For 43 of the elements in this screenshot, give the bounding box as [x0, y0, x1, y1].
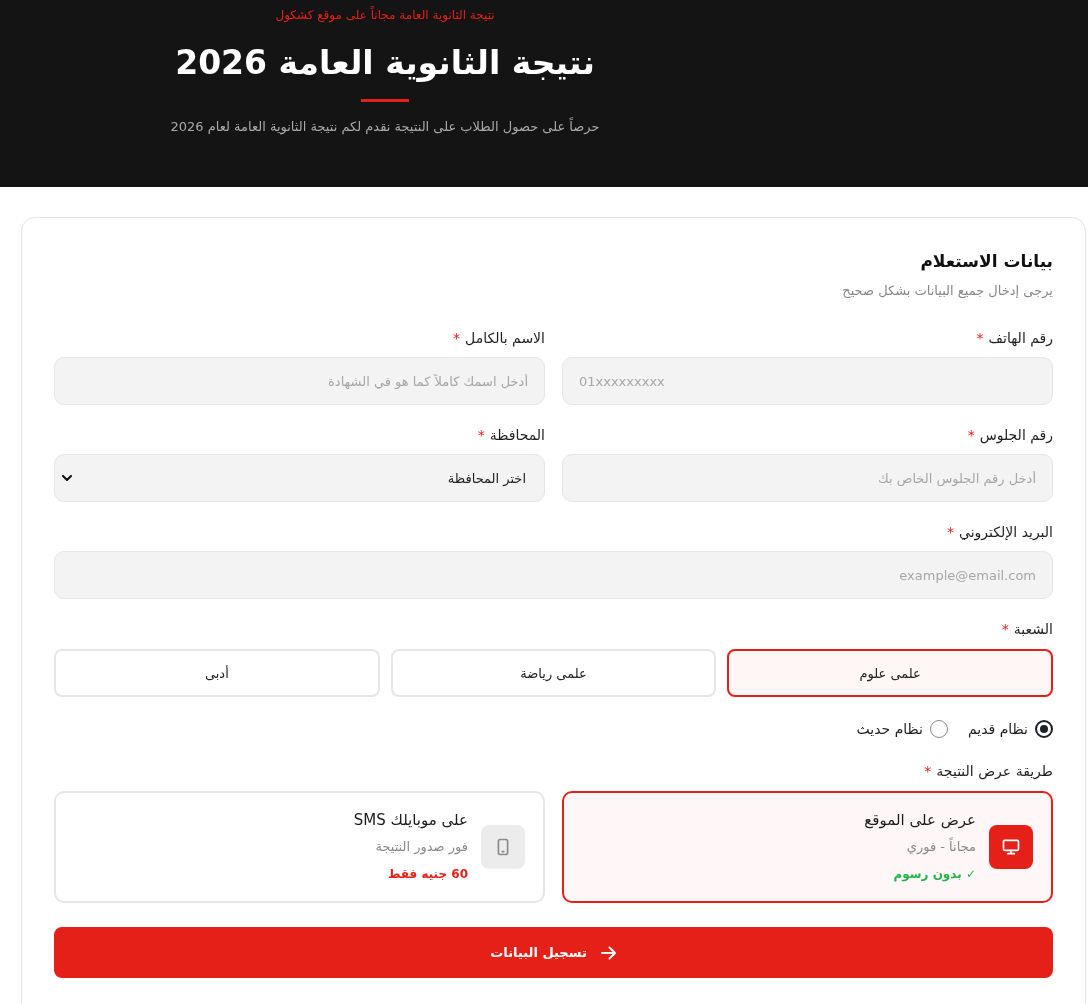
- option-title: عرض على الموقع: [864, 810, 976, 830]
- price-note: ✓ بدون رسوم: [893, 866, 976, 884]
- monitor-icon: [989, 825, 1033, 869]
- field-label: الشعبة: [1013, 620, 1053, 639]
- required-asterisk: *: [976, 329, 984, 348]
- form-title: بيانات الاستعلام: [919, 250, 1053, 273]
- branch-option[interactable]: علمى علوم: [727, 649, 1053, 697]
- form-subtitle: يرجى إدخال جميع البيانات بشكل صحيح: [841, 282, 1053, 300]
- header-subtitle: حرصاً على حصول الطلاب على النتيجة نقدم لكم نتيجة الثانوية العامة لعام 2026: [170, 117, 600, 137]
- field-label: البريد الإلكتروني: [959, 523, 1053, 542]
- result-option-card[interactable]: عرض على الموقع مجاناً - فوري ✓ بدون رسوم: [562, 791, 1053, 903]
- field-label: رقم الهاتف: [988, 329, 1053, 348]
- field-label: المحافظة: [489, 426, 545, 445]
- radio-label[interactable]: نظام قديم: [967, 719, 1028, 739]
- input-field[interactable]: 01xxxxxxxxx: [562, 357, 1053, 405]
- price-note: 60 جنيه فقط: [387, 866, 468, 883]
- mobile-phone-icon: [481, 825, 525, 869]
- option-subtitle: مجاناً - فوري: [906, 837, 976, 857]
- dropdown-select[interactable]: اختر المحافظة: [54, 454, 545, 502]
- radio-button[interactable]: [929, 720, 948, 738]
- option-subtitle: فور صدور النتيجة: [375, 838, 468, 857]
- option-title: على موبايلك SMS: [353, 810, 468, 830]
- arrow-right-icon: [600, 945, 617, 960]
- radio-label[interactable]: نظام حديث: [856, 719, 923, 739]
- result-option-card[interactable]: على موبايلك SMS فور صدور النتيجة 60 جنيه فقط: [54, 791, 545, 903]
- field-label: طريقة عرض النتيجة: [936, 762, 1053, 781]
- page-title: نتيجة الثانوية العامة 2026: [175, 42, 595, 84]
- branch-option[interactable]: علمى رياضة: [390, 649, 717, 697]
- required-asterisk: *: [947, 523, 955, 542]
- field-label: رقم الجلوس: [979, 426, 1053, 445]
- required-asterisk: *: [477, 426, 485, 445]
- radio-button[interactable]: [1035, 720, 1053, 738]
- header-tagline: نتيجة الثانوية العامة مجاناً على موقع كشكول: [275, 6, 495, 24]
- required-asterisk: *: [453, 329, 461, 348]
- input-field[interactable]: example@email.com: [54, 551, 1053, 599]
- required-asterisk: *: [967, 426, 975, 445]
- chevron-down-icon: [62, 475, 72, 481]
- accent-underline: [361, 99, 409, 102]
- submit-button[interactable]: تسجيل البيانات: [54, 927, 1053, 978]
- field-label: الاسم بالكامل: [465, 329, 545, 348]
- branch-option[interactable]: أدبى: [54, 649, 380, 697]
- required-asterisk: *: [1001, 620, 1009, 639]
- required-asterisk: *: [924, 762, 932, 781]
